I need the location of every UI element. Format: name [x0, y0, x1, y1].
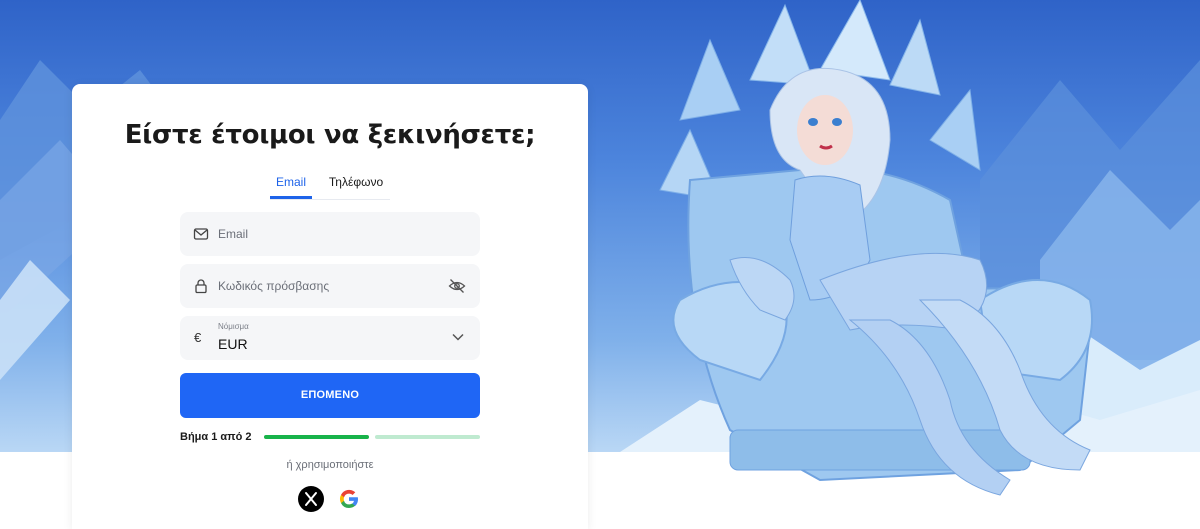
currency-label: Νόμισμα [218, 322, 249, 331]
step-indicator: Βήμα 1 από 2 [180, 431, 252, 443]
mail-icon [193, 228, 209, 240]
currency-value: EUR [218, 336, 248, 352]
signup-card: Είστε έτοιμοι να ξεκινήσετε; Email Τηλέφ… [72, 84, 588, 529]
password-field[interactable]: Κωδικός πρόσβασης [180, 264, 480, 308]
eye-off-icon[interactable] [448, 278, 466, 294]
progress-step-1 [264, 435, 369, 439]
currency-select[interactable]: € Νόμισμα EUR [180, 316, 480, 360]
google-logo-icon [340, 489, 358, 508]
or-use-text: ή χρησιμοποιήστε [286, 459, 374, 471]
ice-queen-throne-illustration [659, 0, 1093, 496]
password-placeholder: Κωδικός πρόσβασης [218, 279, 330, 293]
next-button[interactable]: ΕΠΟΜΕΝΟ [180, 373, 480, 418]
progress-step-2 [375, 435, 480, 439]
email-field[interactable]: Email [180, 212, 480, 256]
chevron-down-icon [452, 333, 464, 341]
auth-method-tabs: Email Τηλέφωνο [270, 172, 390, 200]
email-placeholder: Email [218, 227, 249, 241]
google-login-button[interactable] [336, 486, 362, 512]
euro-icon: € [194, 330, 202, 345]
x-logo-icon [305, 492, 317, 506]
tab-phone[interactable]: Τηλέφωνο [322, 172, 390, 199]
x-login-button[interactable] [298, 486, 324, 512]
tab-email[interactable]: Email [270, 172, 312, 199]
page-title: Είστε έτοιμοι να ξεκινήσετε; [124, 120, 536, 150]
lock-icon [195, 279, 207, 294]
